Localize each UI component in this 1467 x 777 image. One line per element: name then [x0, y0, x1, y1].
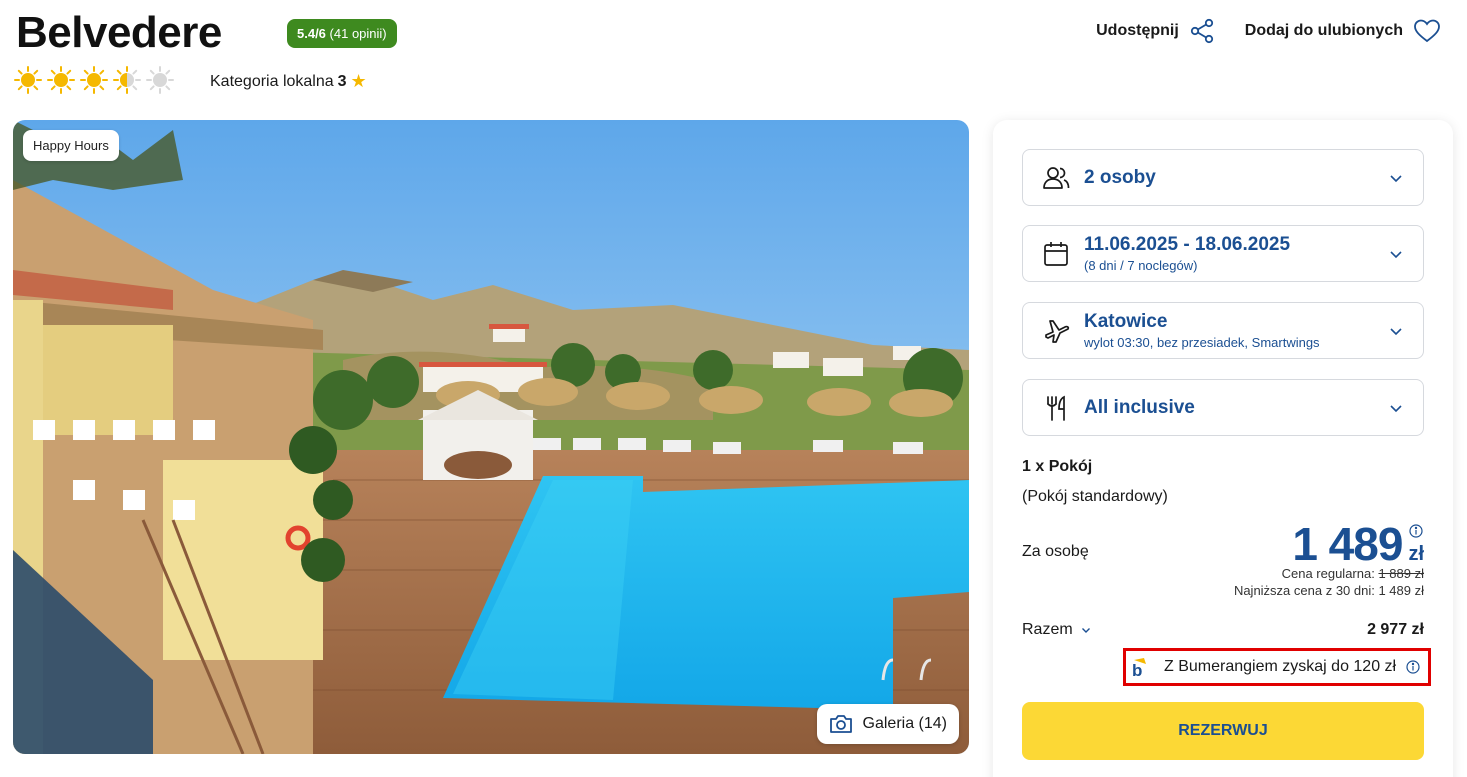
sun-icon	[80, 66, 108, 94]
guests-select[interactable]: 2 osoby	[1022, 149, 1424, 206]
cutlery-icon	[1041, 393, 1071, 423]
dates-select[interactable]: 11.06.2025 - 18.06.2025 (8 dni / 7 nocle…	[1022, 225, 1424, 282]
info-icon[interactable]	[1406, 660, 1420, 674]
svg-text:b: b	[1132, 661, 1142, 678]
departure-details: wylot 03:30, bez przesiadek, Smartwings	[1084, 335, 1320, 350]
lowest-price-30-days: Najniższa cena z 30 dni: 1 489 zł	[1233, 583, 1424, 598]
local-category: Kategoria lokalna 3 ★	[210, 71, 367, 92]
dates-value: 11.06.2025 - 18.06.2025	[1084, 234, 1291, 255]
category-label: Kategoria lokalna	[210, 72, 334, 90]
bumerang-text: Z Bumerangiem zyskaj do 120 zł	[1164, 658, 1397, 675]
sun-rating	[14, 66, 174, 94]
share-icon	[1190, 18, 1213, 44]
regular-price: Cena regularna: 1 889 zł	[1282, 566, 1424, 581]
rating-score: 5.4/6	[297, 26, 326, 41]
users-icon	[1041, 163, 1071, 193]
room-count: 1 x Pokój	[1022, 458, 1093, 475]
pool-scene-image	[13, 120, 969, 754]
regular-label: Cena regularna:	[1281, 566, 1375, 581]
chevron-down-icon	[1081, 628, 1090, 633]
favorite-button[interactable]: Dodaj do ulubionych	[1245, 18, 1441, 44]
bumerang-promo[interactable]: b Z Bumerangiem zyskaj do 120 zł	[1123, 648, 1431, 686]
info-icon[interactable]	[1409, 524, 1423, 538]
plane-icon	[1041, 316, 1071, 346]
rating-badge[interactable]: 5.4/6 (41 opinii)	[287, 19, 397, 48]
happy-hours-badge: Happy Hours	[23, 130, 119, 161]
favorite-label: Dodaj do ulubionych	[1244, 22, 1403, 39]
board-value: All inclusive	[1084, 396, 1195, 418]
gallery-button[interactable]: Galeria (14)	[816, 704, 959, 744]
chevron-down-icon	[1390, 327, 1402, 335]
booking-panel: 2 osoby 11.06.2025 - 18.06.2025 (8 dni /…	[993, 120, 1453, 777]
price-currency: zł	[1408, 543, 1424, 565]
total-label: Razem	[1022, 621, 1073, 638]
rating-reviews: (41 opinii)	[329, 26, 387, 41]
top-actions: Udostępnij Dodaj do ulubionych	[1096, 18, 1441, 44]
hotel-name: Belvedere	[16, 8, 222, 57]
total-value: 2 977 zł	[1367, 621, 1424, 638]
chevron-down-icon	[1390, 174, 1402, 182]
departure-select[interactable]: Katowice wylot 03:30, bez przesiadek, Sm…	[1022, 302, 1424, 359]
gallery-label: Galeria (14)	[862, 715, 947, 732]
camera-icon	[829, 715, 852, 733]
total-toggle[interactable]: Razem	[1022, 621, 1091, 639]
calendar-icon	[1041, 239, 1071, 269]
heart-icon	[1414, 19, 1440, 43]
dates-duration: (8 dni / 7 noclegów)	[1084, 258, 1198, 273]
price-amount: 1 489	[1292, 518, 1403, 570]
hotel-photo[interactable]: Happy Hours Galeria (14)	[13, 120, 969, 754]
price-per-person: 1 489 zł	[1292, 518, 1424, 570]
sun-icon	[14, 66, 42, 94]
chevron-down-icon	[1390, 250, 1402, 258]
per-person-label: Za osobę	[1022, 543, 1089, 560]
star-icon: ★	[350, 71, 367, 91]
guests-value: 2 osoby	[1084, 166, 1156, 188]
share-button[interactable]: Udostępnij	[1096, 18, 1215, 44]
room-type: (Pokój standardowy)	[1022, 488, 1168, 505]
share-label: Udostępnij	[1096, 22, 1179, 39]
regular-price-value: 1 889 zł	[1378, 566, 1424, 581]
chevron-down-icon	[1390, 404, 1402, 412]
category-value: 3	[337, 72, 347, 90]
reserve-button[interactable]: REZERWUJ	[1022, 702, 1424, 760]
half-sun-icon	[113, 66, 141, 94]
board-select[interactable]: All inclusive	[1022, 379, 1424, 436]
departure-value: Katowice	[1084, 311, 1168, 332]
sun-icon	[47, 66, 75, 94]
bumerang-logo-icon: b	[1132, 658, 1146, 678]
empty-sun-icon	[146, 66, 174, 94]
